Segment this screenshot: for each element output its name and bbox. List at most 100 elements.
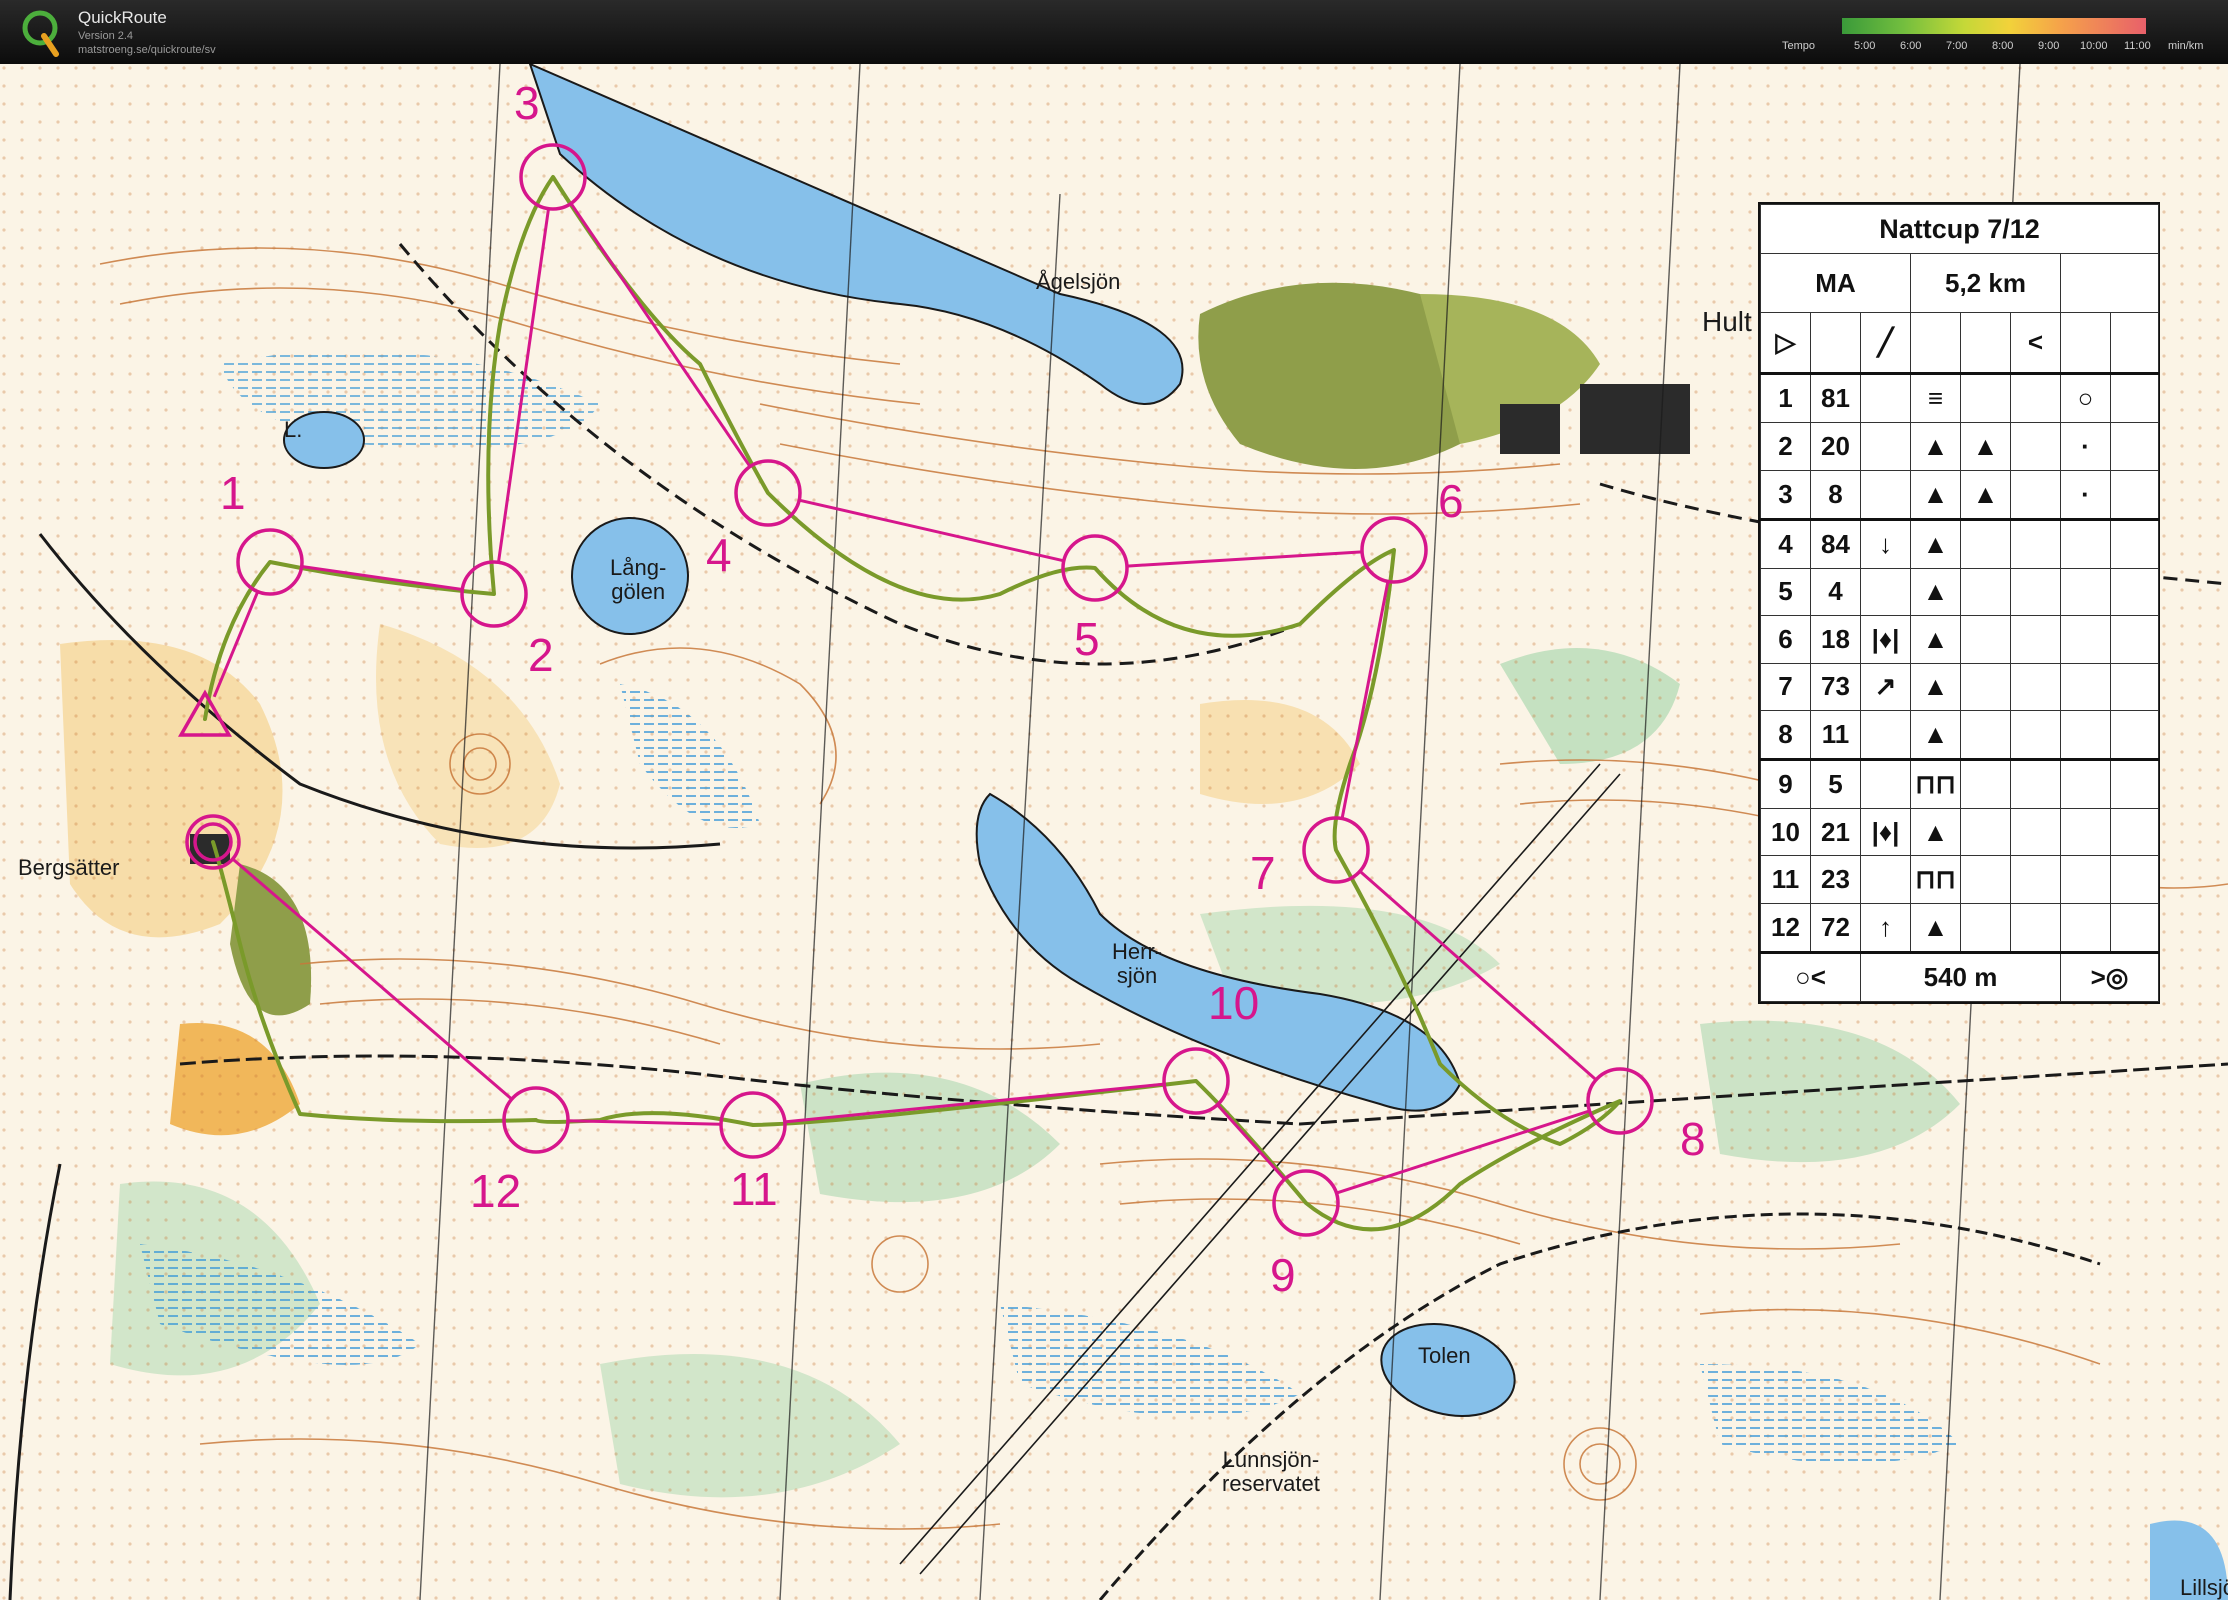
control-sequence: 9 xyxy=(1760,759,1811,809)
empty-cell xyxy=(2010,422,2061,471)
lake-label-herrsjon: Herr- sjön xyxy=(1112,940,1162,988)
control-sequence: 7 xyxy=(1760,662,1811,712)
place-label-hult: Hult xyxy=(1702,306,1752,337)
empty-cell xyxy=(2109,759,2160,809)
tempo-tick: 8:00 xyxy=(1992,40,2014,52)
tempo-tick: 10:00 xyxy=(2080,40,2108,52)
empty-cell xyxy=(2010,662,2061,712)
control-feature2-symbol xyxy=(1960,855,2011,904)
lake-label-langgolen-line1: Lång- xyxy=(610,555,667,580)
control-code: 4 xyxy=(1810,567,1861,617)
description-row: 1 81 ≡ ○ xyxy=(1760,373,2160,424)
place-label-lunnsjon: Lunnsjön- reservatet xyxy=(1222,1448,1320,1496)
control-sequence: 6 xyxy=(1760,615,1811,664)
empty-cell xyxy=(2010,615,2061,664)
control-location-symbol xyxy=(2060,759,2111,809)
control-location-symbol: · xyxy=(2060,422,2111,471)
control-sequence: 5 xyxy=(1760,567,1811,617)
empty-cell xyxy=(2010,807,2061,857)
app-name: QuickRoute xyxy=(78,8,167,27)
control-code: 72 xyxy=(1810,902,1861,955)
control-code: 81 xyxy=(1810,373,1861,424)
empty-cell xyxy=(2109,710,2160,761)
control-number: 9 xyxy=(1270,1249,1296,1301)
control-feature2-symbol xyxy=(1960,373,2011,424)
description-row: 5 4 ▲ xyxy=(1760,567,2160,617)
description-row: 3 8 ▲ ▲ · xyxy=(1760,469,2160,521)
description-row: 12 72 ↑ ▲ xyxy=(1760,902,2160,955)
tempo-tick: 5:00 xyxy=(1854,40,1876,52)
tempo-label: Tempo xyxy=(1782,40,1816,52)
control-number: 3 xyxy=(514,77,540,129)
line-feature-symbol-icon: ╱ xyxy=(1860,312,1911,376)
orienteering-map[interactable]: Ågelsjön Lång- gölen L. Bergsätter Herr-… xyxy=(0,64,2228,1600)
empty-cell xyxy=(2010,710,2061,761)
app-url[interactable]: matstroeng.se/quickroute/sv xyxy=(78,44,216,56)
empty-cell xyxy=(2109,855,2160,904)
course-class: MA xyxy=(1760,252,1911,314)
app-header: QuickRoute Version 2.4 matstroeng.se/qui… xyxy=(0,0,2228,64)
empty-cell xyxy=(2060,312,2111,376)
empty-cell xyxy=(2010,567,2061,617)
control-number: 11 xyxy=(730,1163,778,1215)
description-rows: 1 81 ≡ ○ 2 20 ▲ ▲ · 3 8 ▲ ▲ · 4 84 ↓ ▲ 5 4 ▲ 6 18 |♦| ▲ 7 73 ↗ ▲ 8 11 ▲… xyxy=(1760,373,2160,955)
app-version: Version 2.4 xyxy=(78,30,134,42)
tempo-tick: 6:00 xyxy=(1900,40,1922,52)
lake-label-l: L. xyxy=(284,417,303,442)
lake-label-langgolen: Lång- gölen xyxy=(610,556,666,604)
description-class-row: MA 5,2 km xyxy=(1760,252,2160,314)
description-row: 2 20 ▲ ▲ · xyxy=(1760,422,2160,471)
empty-cell xyxy=(2010,469,2061,521)
tempo-unit: min/km xyxy=(2168,40,2204,52)
empty-cell xyxy=(2010,855,2061,904)
control-which-symbol: |♦| xyxy=(1860,615,1911,664)
empty-cell xyxy=(2109,807,2160,857)
empty-cell xyxy=(2109,422,2160,471)
control-feature2-symbol xyxy=(1960,807,2011,857)
control-location-symbol: ○ xyxy=(2060,373,2111,424)
control-location-symbol: · xyxy=(2060,469,2111,521)
empty-cell xyxy=(2010,759,2061,809)
control-location-symbol xyxy=(2060,710,2111,761)
control-number: 8 xyxy=(1680,1113,1706,1165)
event-title: Nattcup 7/12 xyxy=(1759,204,2160,254)
control-feature-symbol: ▲ xyxy=(1910,422,1961,471)
control-sequence: 8 xyxy=(1760,710,1811,761)
control-which-symbol xyxy=(1860,422,1911,471)
control-feature2-symbol xyxy=(1960,567,2011,617)
empty-cell xyxy=(2059,252,2160,314)
description-row: 8 11 ▲ xyxy=(1760,710,2160,761)
control-feature-symbol: ▲ xyxy=(1910,567,1961,617)
control-sequence: 11 xyxy=(1760,855,1811,904)
empty-cell xyxy=(2109,469,2160,521)
finish-start-symbol-icon: ○< xyxy=(1760,952,1861,1002)
control-location-symbol xyxy=(2060,855,2111,904)
description-title-row: Nattcup 7/12 xyxy=(1759,204,2160,254)
control-code: 21 xyxy=(1810,807,1861,857)
control-code: 84 xyxy=(1810,518,1861,569)
description-row: 10 21 |♦| ▲ xyxy=(1760,807,2160,857)
empty-cell xyxy=(2109,567,2160,617)
control-which-symbol xyxy=(1860,469,1911,521)
description-row: 4 84 ↓ ▲ xyxy=(1760,518,2160,569)
control-location-symbol xyxy=(2060,902,2111,955)
control-which-symbol: ↓ xyxy=(1860,518,1911,569)
control-number: 7 xyxy=(1250,847,1276,899)
place-label-lunnsjon-line2: reservatet xyxy=(1222,1471,1320,1496)
control-sequence: 4 xyxy=(1760,518,1811,569)
empty-cell xyxy=(1810,312,1861,376)
control-code: 8 xyxy=(1810,469,1861,521)
control-feature2-symbol xyxy=(1960,902,2011,955)
control-which-symbol xyxy=(1860,855,1911,904)
tempo-tick: 9:00 xyxy=(2038,40,2060,52)
description-start-row: ▷ ╱ < xyxy=(1760,312,2160,376)
control-number: 12 xyxy=(470,1165,522,1217)
control-which-symbol xyxy=(1860,567,1911,617)
start-symbol-icon: ▷ xyxy=(1760,312,1811,376)
control-feature-symbol: ▲ xyxy=(1910,615,1961,664)
control-sequence: 2 xyxy=(1760,422,1811,471)
description-table: Nattcup 7/12 MA 5,2 km ▷ ╱ < 1 81 ≡ ○ 2 20 ▲ ▲ ·… xyxy=(1759,204,2160,1002)
lake-label-agelsjon: Ågelsjön xyxy=(1036,269,1121,294)
empty-cell xyxy=(2109,518,2160,569)
empty-cell xyxy=(1910,312,1961,376)
